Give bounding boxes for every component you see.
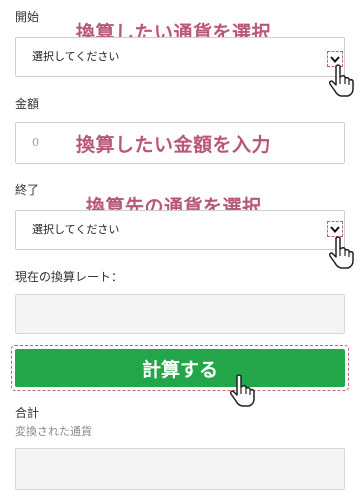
start-label: 開始 <box>15 10 40 24</box>
calculate-button[interactable]: 計算する <box>15 349 345 387</box>
end-label: 終了 <box>15 183 40 197</box>
amount-label: 金額 <box>15 97 40 111</box>
end-select-value: 選択してください <box>32 223 120 236</box>
total-output <box>15 448 345 490</box>
pointer-hand-icon <box>230 374 255 407</box>
rate-label: 現在の換算レート： <box>15 270 124 284</box>
amount-value: 0 <box>32 136 39 149</box>
end-currency-select[interactable]: 選択してください <box>15 210 345 250</box>
pointer-hand-icon <box>329 64 354 97</box>
total-sublabel: 変換された通貨 <box>15 425 92 438</box>
pointer-hand-icon <box>329 236 354 269</box>
amount-annotation: 換算したい金額を入力 <box>76 134 272 156</box>
rate-output <box>15 294 345 334</box>
start-currency-select[interactable]: 選択してください <box>15 37 345 77</box>
start-select-value: 選択してください <box>32 50 120 63</box>
end-chevron-down-icon[interactable] <box>327 221 343 237</box>
total-label: 合計 <box>15 406 40 420</box>
